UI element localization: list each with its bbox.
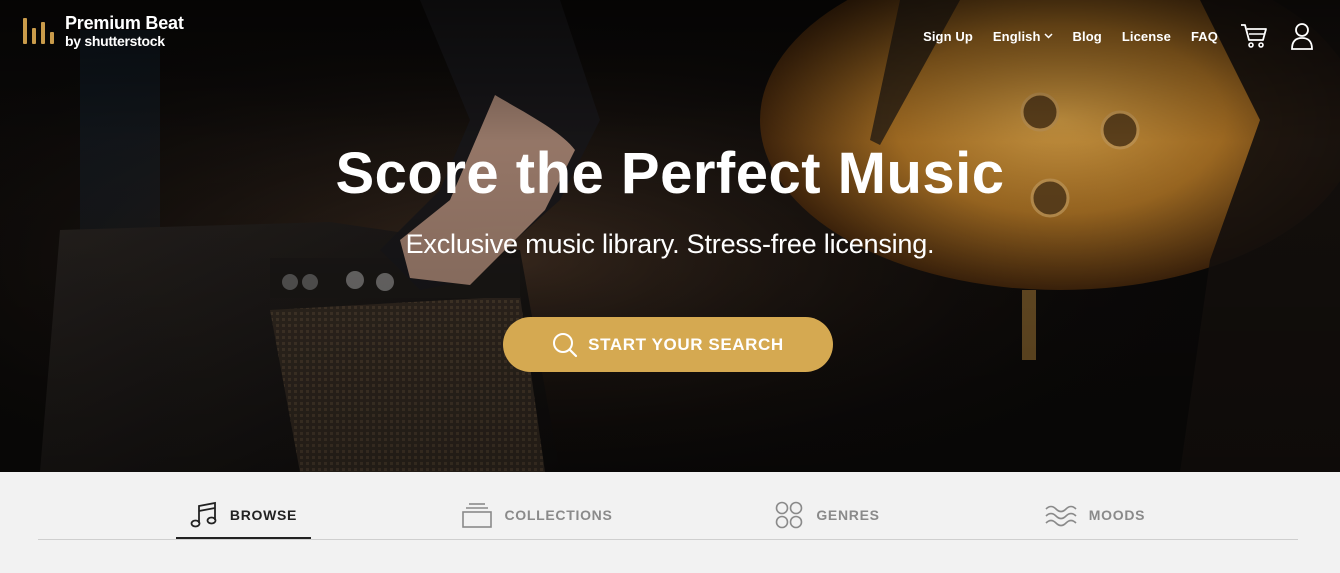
- tab-genres[interactable]: GENRES: [762, 490, 892, 540]
- tabs-divider: [38, 539, 1298, 540]
- search-icon: [552, 332, 578, 358]
- nav-sign-up-link[interactable]: Sign Up: [923, 29, 973, 44]
- logo-bars-icon: [23, 16, 57, 44]
- genres-icon: [774, 500, 804, 530]
- nav-blog-link[interactable]: Blog: [1073, 29, 1102, 44]
- logo-name: Premium Beat: [65, 13, 184, 33]
- nav-faq-link[interactable]: FAQ: [1191, 29, 1218, 44]
- tab-collections[interactable]: COLLECTIONS: [450, 490, 625, 540]
- start-search-button[interactable]: START YOUR SEARCH: [503, 317, 833, 372]
- hero-subtitle: Exclusive music library. Stress-free lic…: [405, 229, 935, 259]
- hero-section: Premium Beat by shutterstock Sign Up Eng…: [0, 0, 1340, 472]
- nav-language-dropdown[interactable]: English: [993, 29, 1053, 44]
- tab-genres-label: GENRES: [816, 507, 880, 523]
- hero-title: Score the Perfect Music: [335, 141, 1005, 206]
- collections-icon: [462, 502, 493, 528]
- tab-browse-label: BROWSE: [229, 507, 298, 523]
- nav-license-link[interactable]: License: [1122, 29, 1171, 44]
- top-navigation: Sign Up English Blog License FAQ: [903, 18, 1340, 54]
- chevron-down-icon: [1044, 33, 1053, 39]
- music-note-icon: [190, 501, 218, 529]
- logo-tagline: by shutterstock: [65, 33, 165, 49]
- category-tabs: BROWSE COLLECTIONS GENRES MOODS: [0, 472, 1340, 573]
- cart-icon[interactable]: [1240, 23, 1268, 49]
- tab-browse[interactable]: BROWSE: [176, 490, 311, 540]
- moods-icon: [1045, 502, 1077, 528]
- premiumbeat-logo[interactable]: Premium Beat by shutterstock: [23, 14, 184, 48]
- tab-collections-label: COLLECTIONS: [504, 507, 613, 523]
- tab-moods[interactable]: MOODS: [1030, 490, 1160, 540]
- user-icon[interactable]: [1290, 22, 1314, 50]
- nav-language-label: English: [992, 28, 1041, 44]
- tab-moods-label: MOODS: [1088, 507, 1146, 523]
- start-search-label: START YOUR SEARCH: [588, 334, 784, 354]
